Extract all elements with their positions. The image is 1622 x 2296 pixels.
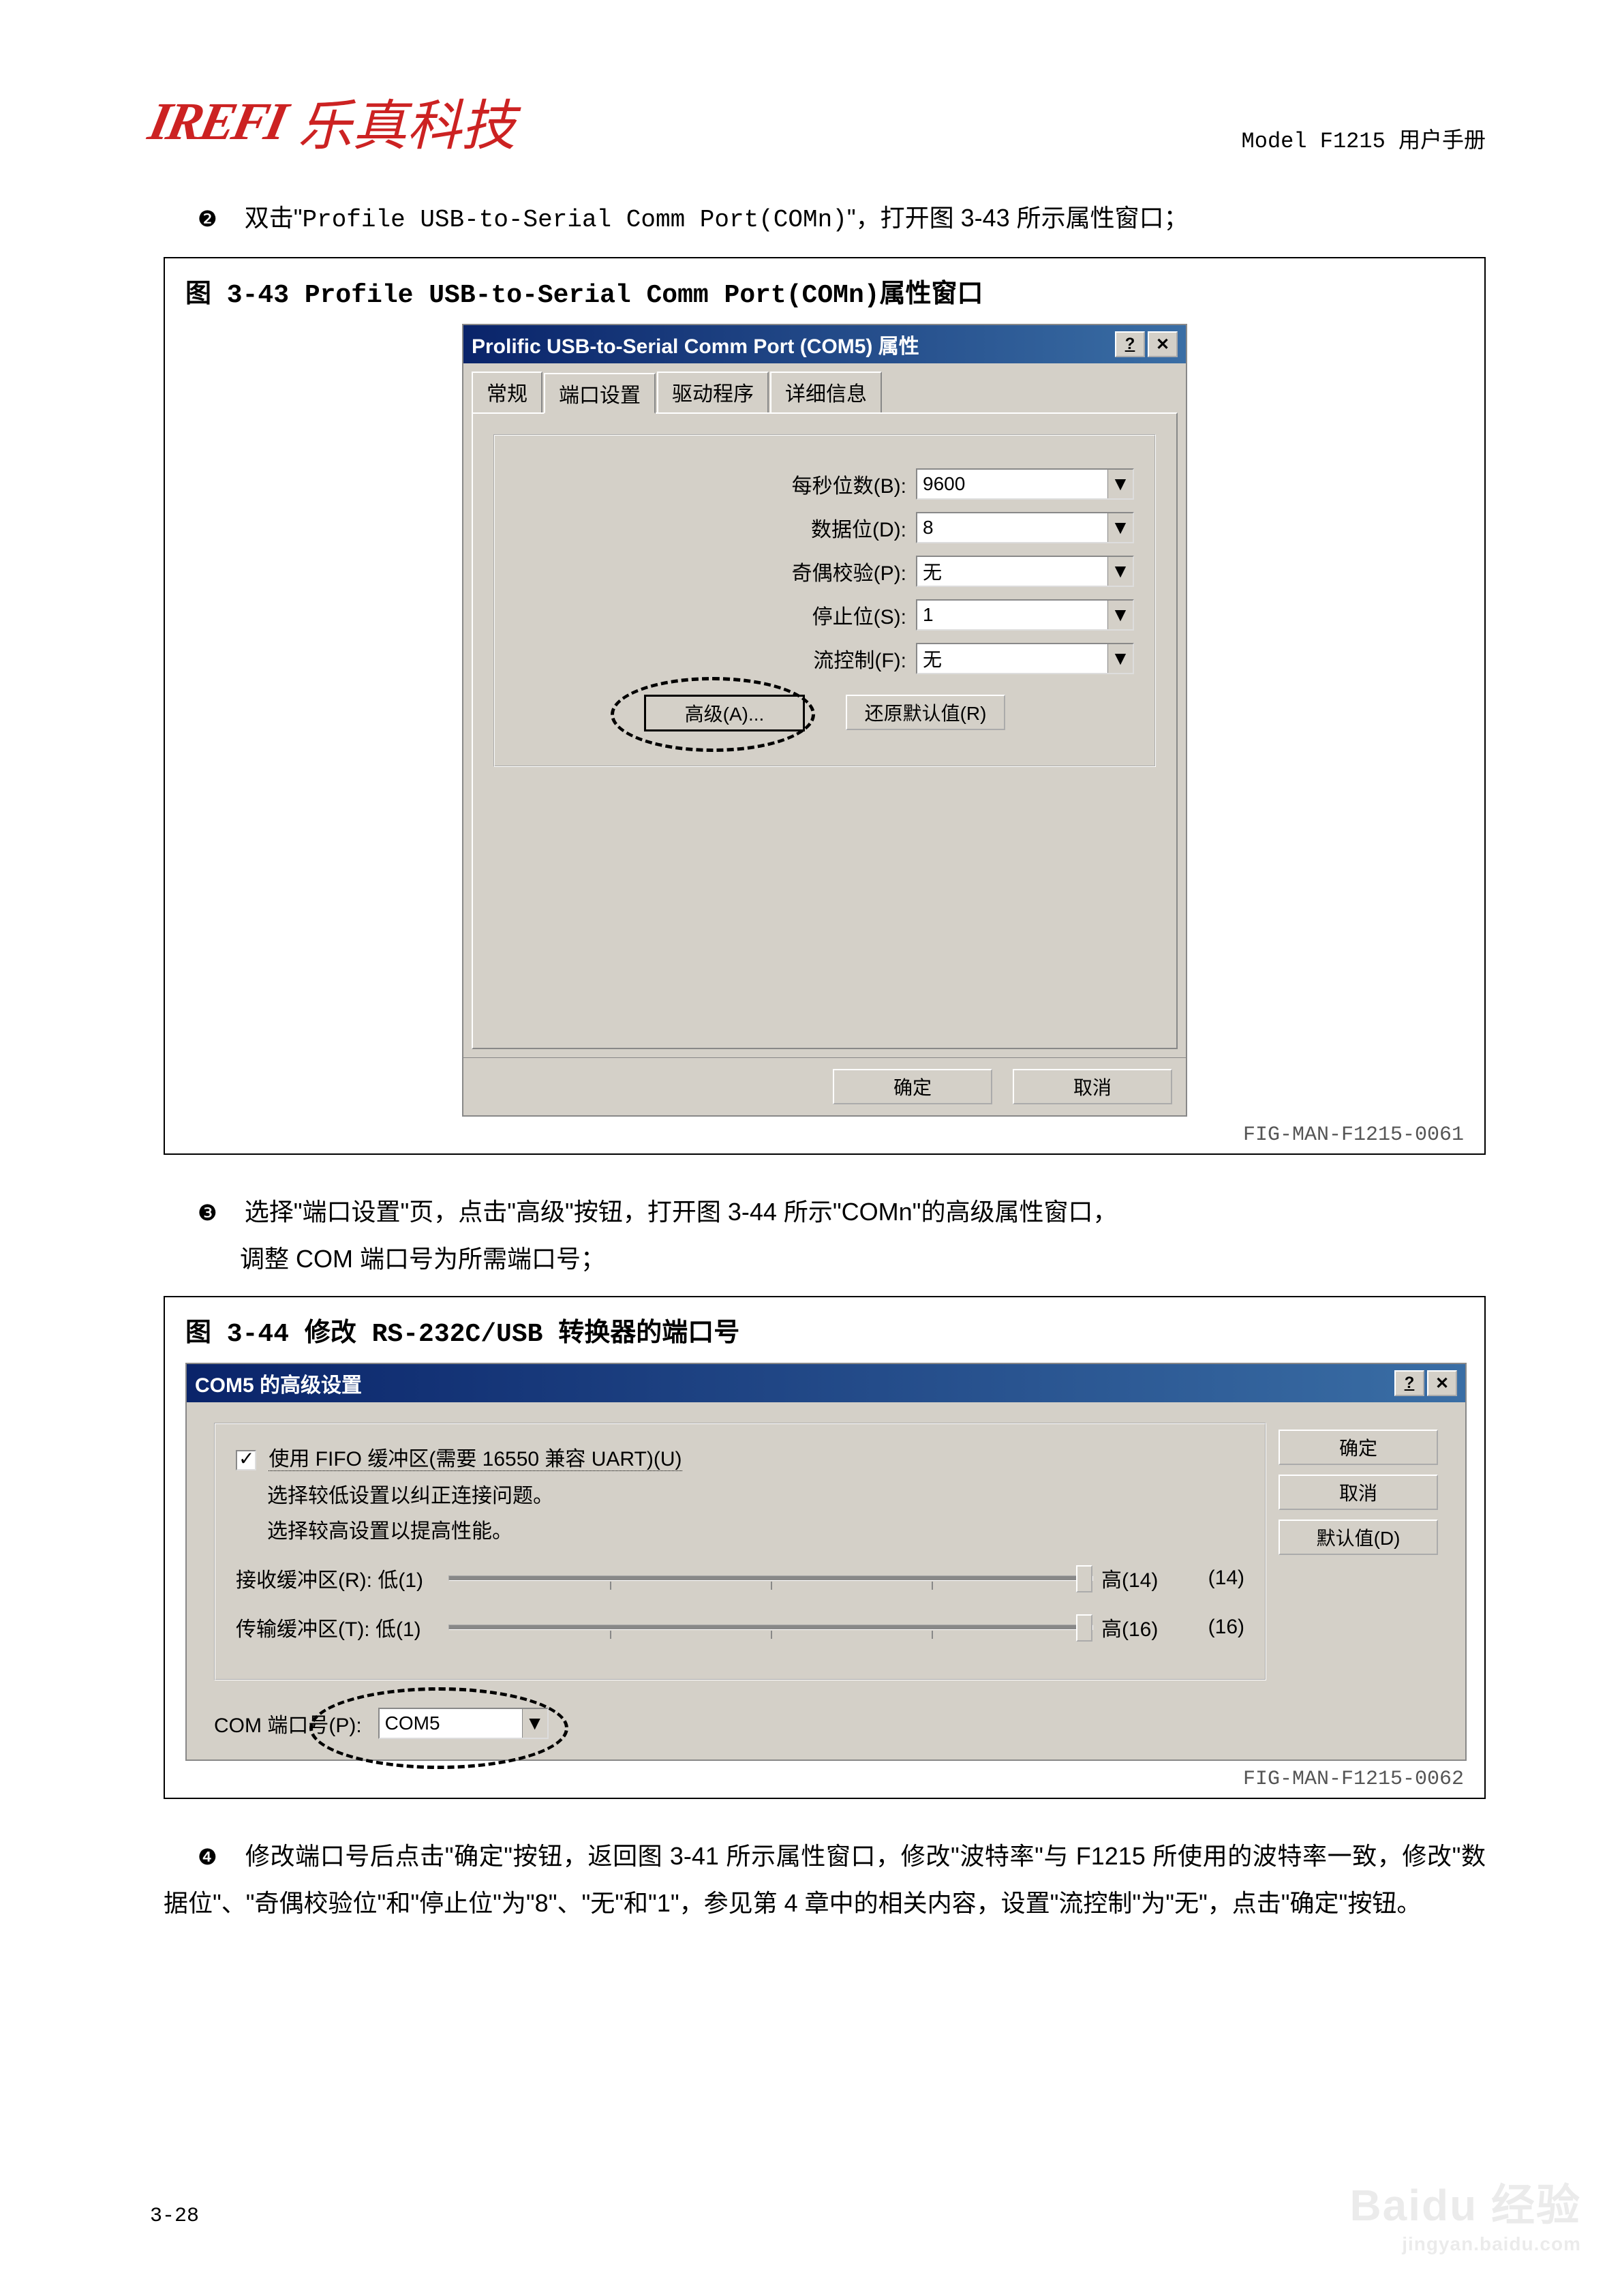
- figure-3-44-title: 图 3-44 修改 RS-232C/USB 转换器的端口号: [185, 1311, 1464, 1349]
- window-title: Prolific USB-to-Serial Comm Port (COM5) …: [472, 329, 919, 359]
- restore-defaults-button[interactable]: 还原默认值(R): [846, 695, 1005, 730]
- cancel-button[interactable]: 取消: [1279, 1475, 1438, 1510]
- chevron-down-icon: ▼: [1107, 601, 1133, 629]
- logo-cn: 乐真科技: [298, 82, 516, 161]
- titlebar[interactable]: Prolific USB-to-Serial Comm Port (COM5) …: [463, 325, 1186, 363]
- parity-label: 奇偶校验(P):: [792, 556, 906, 586]
- step-2: ❷ 双击"Profile USB-to-Serial Comm Port(COM…: [198, 195, 1486, 243]
- tx-buffer-label: 传输缓冲区(T): 低(1): [236, 1612, 440, 1642]
- fifo-label: 使用 FIFO 缓冲区(需要 16550 兼容 UART)(U): [269, 1448, 682, 1471]
- rx-buffer-label: 接收缓冲区(R): 低(1): [236, 1563, 440, 1593]
- fifo-checkbox[interactable]: [236, 1450, 256, 1470]
- databits-label: 数据位(D):: [811, 513, 906, 543]
- close-button[interactable]: ✕: [1427, 1370, 1457, 1396]
- stopbits-label: 停止位(S):: [812, 600, 906, 630]
- tabs: 常规 端口设置 驱动程序 详细信息: [463, 363, 1186, 412]
- logo: IREFI 乐真科技: [150, 82, 516, 161]
- slider-thumb[interactable]: [1076, 1614, 1092, 1642]
- rx-value: (14): [1183, 1567, 1244, 1590]
- help-button[interactable]: ?: [1394, 1370, 1424, 1396]
- step-3: ❸ 选择"端口设置"页，点击"高级"按钮，打开图 3-44 所示"COMn"的高…: [198, 1189, 1486, 1282]
- slider-thumb[interactable]: [1076, 1565, 1092, 1592]
- tx-high: 高(16): [1101, 1612, 1183, 1642]
- com-port-select[interactable]: COM5▼: [378, 1708, 549, 1739]
- logo-en: IREFI: [143, 91, 290, 152]
- com-port-label: COM 端口号(P):: [214, 1708, 362, 1738]
- properties-window: Prolific USB-to-Serial Comm Port (COM5) …: [462, 324, 1187, 1117]
- tab-panel: 每秒位数(B): 9600▼ 数据位(D): 8▼ 奇偶校验(P): 无▼ 停止…: [472, 412, 1178, 1049]
- advanced-settings-window: COM5 的高级设置 ? ✕ 确定 取消 默认值(D) 使用 FIFO 缓冲区(…: [185, 1363, 1467, 1761]
- bullet-2: ❷: [198, 207, 217, 231]
- figure-3-44: 图 3-44 修改 RS-232C/USB 转换器的端口号 COM5 的高级设置…: [164, 1296, 1486, 1799]
- defaults-button[interactable]: 默认值(D): [1279, 1520, 1438, 1555]
- tx-value: (16): [1183, 1616, 1244, 1639]
- figure-3-43: 图 3-43 Profile USB-to-Serial Comm Port(C…: [164, 257, 1486, 1155]
- advanced-button[interactable]: 高级(A)...: [644, 695, 805, 731]
- flow-select[interactable]: 无▼: [916, 643, 1134, 674]
- tab-driver[interactable]: 驱动程序: [657, 372, 769, 412]
- page-number: 3-28: [150, 2205, 199, 2228]
- figure-3-43-title: 图 3-43 Profile USB-to-Serial Comm Port(C…: [185, 272, 1464, 310]
- fifo-row: 使用 FIFO 缓冲区(需要 16550 兼容 UART)(U): [236, 1442, 1244, 1472]
- flow-label: 流控制(F):: [813, 644, 906, 674]
- chevron-down-icon: ▼: [1107, 470, 1133, 498]
- tx-slider[interactable]: [448, 1625, 1093, 1630]
- figure-code: FIG-MAN-F1215-0062: [185, 1768, 1464, 1791]
- bullet-3: ❸: [198, 1200, 217, 1225]
- chevron-down-icon: ▼: [1107, 513, 1133, 542]
- figure-code: FIG-MAN-F1215-0061: [185, 1123, 1464, 1147]
- databits-select[interactable]: 8▼: [916, 512, 1134, 543]
- stopbits-select[interactable]: 1▼: [916, 599, 1134, 631]
- tab-general[interactable]: 常规: [472, 372, 542, 412]
- tip-low: 选择较低设置以纠正连接问题。: [267, 1479, 1244, 1509]
- parity-select[interactable]: 无▼: [916, 556, 1134, 587]
- chevron-down-icon: ▼: [522, 1709, 547, 1738]
- tab-details[interactable]: 详细信息: [770, 372, 882, 412]
- step-4: ❹ 修改端口号后点击"确定"按钮，返回图 3-41 所示属性窗口，修改"波特率"…: [164, 1833, 1486, 1927]
- ok-button[interactable]: 确定: [833, 1069, 992, 1104]
- page-header: IREFI 乐真科技 Model F1215 用户手册: [150, 82, 1486, 161]
- baud-label: 每秒位数(B):: [792, 469, 906, 499]
- baud-select[interactable]: 9600▼: [916, 468, 1134, 500]
- header-model: Model F1215 用户手册: [1242, 123, 1486, 154]
- rx-slider[interactable]: [448, 1575, 1093, 1581]
- cancel-button[interactable]: 取消: [1013, 1069, 1172, 1104]
- tab-port-settings[interactable]: 端口设置: [544, 373, 656, 414]
- chevron-down-icon: ▼: [1107, 557, 1133, 586]
- chevron-down-icon: ▼: [1107, 644, 1133, 673]
- rx-high: 高(14): [1101, 1563, 1183, 1593]
- titlebar[interactable]: COM5 的高级设置 ? ✕: [187, 1364, 1465, 1402]
- close-button[interactable]: ✕: [1148, 331, 1178, 357]
- ok-button[interactable]: 确定: [1279, 1430, 1438, 1465]
- bullet-4: ❹: [198, 1845, 217, 1869]
- tip-high: 选择较高设置以提高性能。: [267, 1514, 1244, 1544]
- watermark: Baidu 经验 jingyan.baidu.com: [1349, 2171, 1581, 2255]
- help-button[interactable]: ?: [1115, 331, 1145, 357]
- window-title: COM5 的高级设置: [195, 1368, 362, 1398]
